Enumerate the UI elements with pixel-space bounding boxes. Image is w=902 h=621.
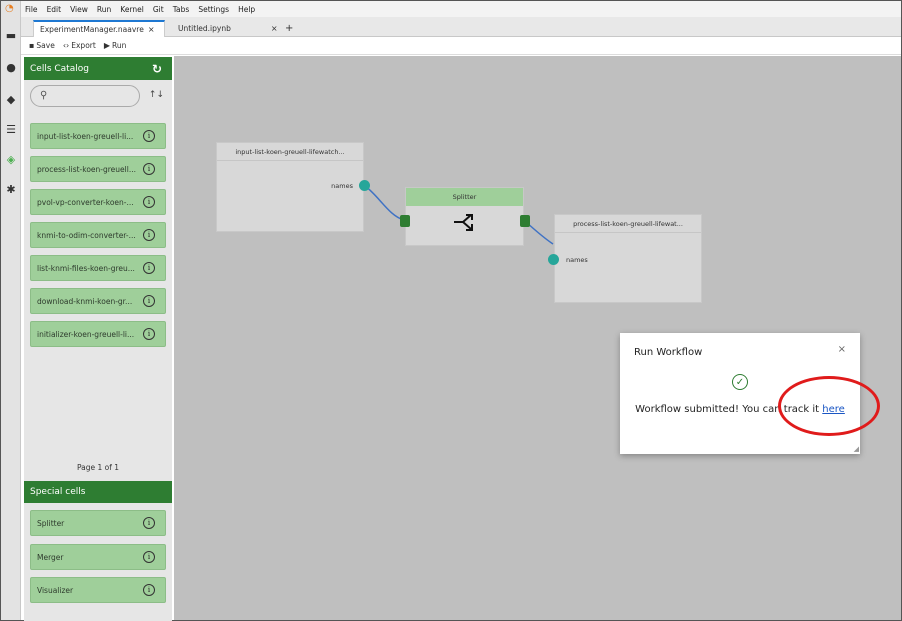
tab-untitled-notebook[interactable]: Untitled.ipynb × [169,20,278,37]
menu-help[interactable]: Help [238,5,255,14]
close-icon[interactable]: × [838,344,846,355]
catalog-cell-item[interactable]: process-list-koen-greuell... i [30,156,166,182]
sort-icon[interactable]: ↑↓ [149,90,164,100]
info-icon[interactable]: i [143,584,155,596]
cell-label: pvol-vp-converter-koen-... [37,197,134,207]
cell-label: knmi-to-odim-converter-... [37,230,136,240]
resize-handle-icon[interactable]: ◢ [854,445,859,453]
tab-label: Untitled.ipynb [178,24,231,33]
info-icon[interactable]: i [143,551,155,563]
node-title: input-list-koen-greuell-lifewatch... [217,143,363,161]
run-label: Run [111,41,127,50]
node-title: process-list-koen-greuell-lifewat... [555,215,701,233]
menu-bar: File Edit View Run Kernel Git Tabs Setti… [21,1,901,17]
check-circle-icon: ✓ [732,374,748,390]
menu-file[interactable]: File [25,5,38,14]
red-highlight-ellipse [778,376,880,436]
close-icon[interactable]: × [148,25,155,34]
special-cell-splitter[interactable]: Splitter i [30,510,166,536]
cell-label: Visualizer [37,585,74,595]
cube-icon[interactable]: ◈ [5,153,17,166]
cell-label: list-knmi-files-koen-greu... [37,263,135,273]
info-icon[interactable]: i [143,229,155,241]
save-label: Save [36,41,55,50]
special-cell-merger[interactable]: Merger i [30,544,166,570]
output-port[interactable] [359,180,370,191]
git-icon[interactable]: ◆ [5,93,17,106]
menu-git[interactable]: Git [153,5,164,14]
catalog-header: Cells Catalog ↻ [24,57,172,80]
save-icon: ▪ [29,41,35,50]
tab-bar: ExperimentManager.naavre × Untitled.ipyn… [21,17,901,37]
special-cells-header: Special cells [24,481,172,503]
activity-bar: ◔ ▬ ● ◆ ☰ ◈ ✱ [1,1,21,620]
info-icon[interactable]: i [143,163,155,175]
info-icon[interactable]: i [143,130,155,142]
run-button[interactable]: ▶ Run [104,41,127,50]
search-row: ⚲ ↑↓ [30,85,166,107]
input-port[interactable] [548,254,559,265]
new-tab-button[interactable]: + [279,20,299,37]
node-process-list[interactable]: process-list-koen-greuell-lifewat... nam… [554,214,702,303]
editor-toolbar: ▪ Save ‹› Export ▶ Run [21,37,901,55]
play-icon: ▶ [103,41,110,50]
cell-label: input-list-koen-greuell-li... [37,131,134,141]
link-splitter-to-process[interactable] [525,221,554,245]
refresh-icon[interactable]: ↻ [152,62,162,76]
cell-label: download-knmi-koen-gr... [37,296,133,306]
page-indicator: Page 1 of 1 [76,463,120,472]
code-icon: ‹› [62,41,70,50]
menu-tabs[interactable]: Tabs [173,5,190,14]
catalog-cell-item[interactable]: pvol-vp-converter-koen-... i [30,189,166,215]
cell-label: Merger [37,552,64,562]
export-label: Export [71,41,96,50]
cell-label: Splitter [37,518,65,528]
node-title: Splitter [406,188,523,206]
cell-label: process-list-koen-greuell... [37,164,136,174]
toc-icon[interactable]: ☰ [5,123,17,136]
link-input-to-splitter[interactable] [364,185,405,221]
search-input[interactable]: ⚲ [30,85,140,107]
input-port[interactable] [400,215,410,227]
info-icon[interactable]: i [143,517,155,529]
catalog-cell-item[interactable]: download-knmi-koen-gr... i [30,288,166,314]
tab-experiment-manager[interactable]: ExperimentManager.naavre × [33,20,165,37]
port-label: names [566,256,588,264]
export-button[interactable]: ‹› Export [63,41,96,50]
special-cell-visualizer[interactable]: Visualizer i [30,577,166,603]
node-splitter[interactable]: Splitter [405,187,524,246]
catalog-cell-item[interactable]: knmi-to-odim-converter-... i [30,222,166,248]
catalog-cell-item[interactable]: initializer-koen-greuell-li... i [30,321,166,347]
menu-settings[interactable]: Settings [198,5,229,14]
info-icon[interactable]: i [143,295,155,307]
catalog-cell-item[interactable]: input-list-koen-greuell-li... i [30,123,166,149]
close-icon[interactable]: × [271,24,278,33]
jupyter-logo-icon: ◔ [5,3,14,14]
node-input-list[interactable]: input-list-koen-greuell-lifewatch... nam… [216,142,364,232]
output-port[interactable] [520,215,530,227]
tab-label: ExperimentManager.naavre [40,25,144,34]
menu-run[interactable]: Run [97,5,111,14]
info-icon[interactable]: i [143,328,155,340]
split-arrows-icon [454,214,473,231]
info-icon[interactable]: i [143,196,155,208]
save-button[interactable]: ▪ Save [29,41,55,50]
dialog-title: Run Workflow [634,347,703,358]
menu-edit[interactable]: Edit [47,5,62,14]
extension-icon[interactable]: ✱ [5,183,17,196]
cell-label: initializer-koen-greuell-li... [37,329,135,339]
running-icon[interactable]: ● [5,61,17,74]
folder-icon[interactable]: ▬ [5,29,17,42]
port-label: names [331,182,353,190]
catalog-title: Cells Catalog [30,63,89,74]
cells-catalog-panel: Cells Catalog ↻ ⚲ ↑↓ input-list-koen-gre… [24,57,172,621]
catalog-cell-item[interactable]: list-knmi-files-koen-greu... i [30,255,166,281]
info-icon[interactable]: i [143,262,155,274]
search-icon: ⚲ [40,90,48,101]
menu-view[interactable]: View [70,5,88,14]
menu-kernel[interactable]: Kernel [120,5,144,14]
